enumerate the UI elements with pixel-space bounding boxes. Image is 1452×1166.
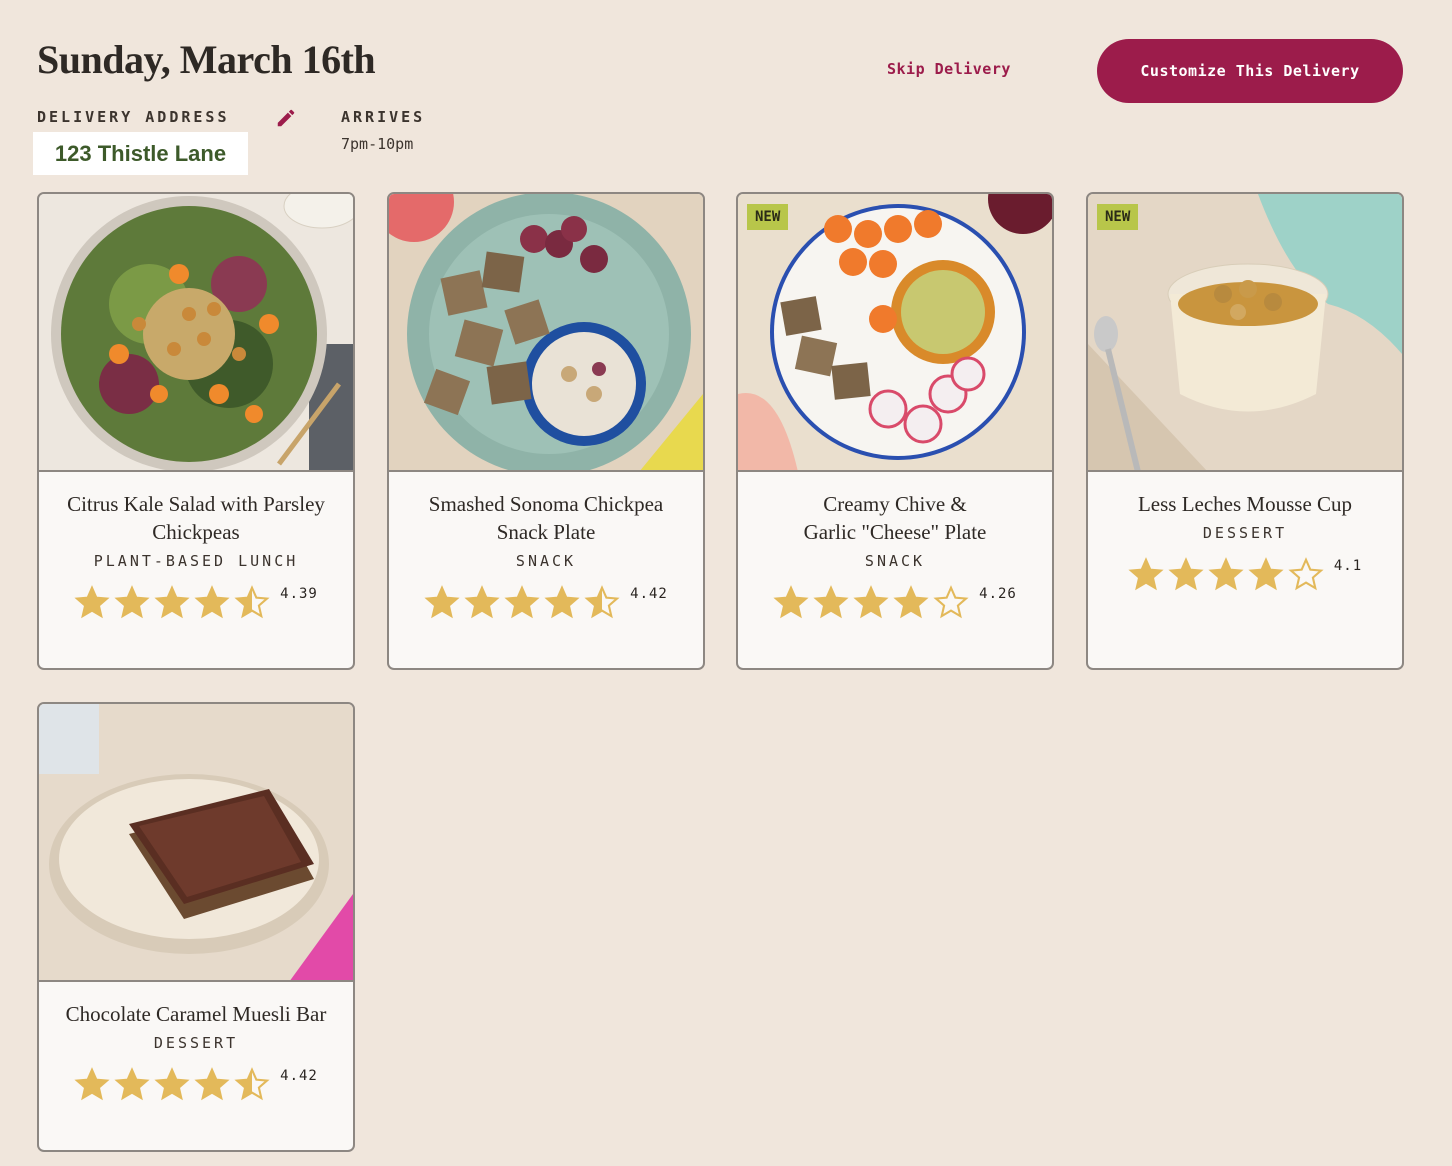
meal-category: DESSERT: [1202, 524, 1288, 542]
rating-value: 4.42: [630, 586, 668, 602]
star-rating: [1128, 556, 1324, 592]
meal-category: DESSERT: [153, 1034, 239, 1052]
star-icon: [74, 585, 110, 619]
meal-title: Smashed Sonoma Chickpea Snack Plate: [428, 492, 664, 544]
meal-card[interactable]: NEW Less Leches Mousse Cup DESSERT 4.1: [1086, 192, 1404, 670]
star-icon: [1288, 557, 1324, 591]
delivery-header: Sunday, March 16th DELIVERY ADDRESS 123 …: [33, 36, 1417, 186]
meal-card-body: Citrus Kale Salad with Parsley Chickpeas…: [39, 474, 353, 620]
rating-value: 4.1: [1333, 558, 1363, 574]
meal-card[interactable]: Chocolate Caramel Muesli Bar DESSERT 4.4…: [37, 702, 355, 1152]
customize-delivery-button[interactable]: Customize This Delivery: [1097, 39, 1403, 103]
star-icon: [114, 1067, 150, 1101]
pencil-icon[interactable]: [275, 107, 297, 129]
rating-value: 4.39: [280, 586, 318, 602]
meal-card-body: Chocolate Caramel Muesli Bar DESSERT 4.4…: [39, 984, 353, 1102]
delivery-address: 123 Thistle Lane: [54, 140, 227, 166]
meal-card-body: Smashed Sonoma Chickpea Snack Plate SNAC…: [389, 474, 703, 620]
skip-delivery-button[interactable]: Skip Delivery: [887, 60, 1011, 78]
mousse-photo: NEW: [1088, 194, 1402, 472]
meal-title: Less Leches Mousse Cup: [1137, 492, 1353, 516]
star-icon: [1248, 557, 1284, 591]
star-icon: [194, 585, 230, 619]
new-badge: NEW: [1097, 204, 1139, 230]
star-icon: [853, 585, 889, 619]
arrives-label: ARRIVES: [341, 108, 426, 126]
star-icon: [773, 585, 809, 619]
snack-plate-photo: [389, 194, 703, 472]
new-badge: NEW: [747, 204, 789, 230]
star-icon: [194, 1067, 230, 1101]
star-icon: [464, 585, 500, 619]
star-icon: [1208, 557, 1244, 591]
meal-rating: 4.39: [39, 584, 353, 620]
meal-card-body: Creamy Chive & Garlic "Cheese" Plate SNA…: [738, 474, 1052, 620]
delivery-date: Sunday, March 16th: [37, 37, 376, 82]
star-rating: [74, 1066, 270, 1102]
star-icon: [584, 585, 620, 619]
star-icon: [154, 585, 190, 619]
meal-rating: 4.26: [738, 584, 1052, 620]
star-icon: [114, 585, 150, 619]
meal-card[interactable]: NEW Creamy Chive & Garlic "Cheese" Plate…: [736, 192, 1054, 670]
meal-card[interactable]: Citrus Kale Salad with Parsley Chickpeas…: [37, 192, 355, 670]
meal-title: Creamy Chive & Garlic "Cheese" Plate: [803, 492, 987, 544]
meal-title: Citrus Kale Salad with Parsley Chickpeas: [67, 492, 325, 544]
meal-rating: 4.42: [389, 584, 703, 620]
cheese-plate-photo: NEW: [738, 194, 1052, 472]
star-icon: [234, 1067, 270, 1101]
star-icon: [893, 585, 929, 619]
star-icon: [234, 585, 270, 619]
star-icon: [424, 585, 460, 619]
star-icon: [154, 1067, 190, 1101]
star-icon: [933, 585, 969, 619]
meal-title: Chocolate Caramel Muesli Bar: [65, 1002, 327, 1026]
star-icon: [74, 1067, 110, 1101]
meal-category: SNACK: [864, 552, 926, 570]
star-icon: [813, 585, 849, 619]
star-icon: [1128, 557, 1164, 591]
meal-rating: 4.1: [1088, 556, 1402, 592]
rating-value: 4.26: [979, 586, 1017, 602]
meal-card-body: Less Leches Mousse Cup DESSERT 4.1: [1088, 474, 1402, 592]
salad-photo: [39, 194, 353, 472]
star-rating: [773, 584, 969, 620]
star-icon: [544, 585, 580, 619]
rating-value: 4.42: [280, 1068, 318, 1084]
star-rating: [74, 584, 270, 620]
meal-rating: 4.42: [39, 1066, 353, 1102]
delivery-address-label: DELIVERY ADDRESS: [37, 108, 230, 126]
star-icon: [504, 585, 540, 619]
meal-category: SNACK: [515, 552, 577, 570]
star-rating: [424, 584, 620, 620]
arrives-time: 7pm-10pm: [341, 135, 414, 153]
muesli-bar-photo: [39, 704, 353, 982]
meal-card[interactable]: Smashed Sonoma Chickpea Snack Plate SNAC…: [387, 192, 705, 670]
delivery-address-box: 123 Thistle Lane: [33, 132, 248, 175]
star-icon: [1168, 557, 1204, 591]
meal-category: PLANT-BASED LUNCH: [93, 552, 299, 570]
